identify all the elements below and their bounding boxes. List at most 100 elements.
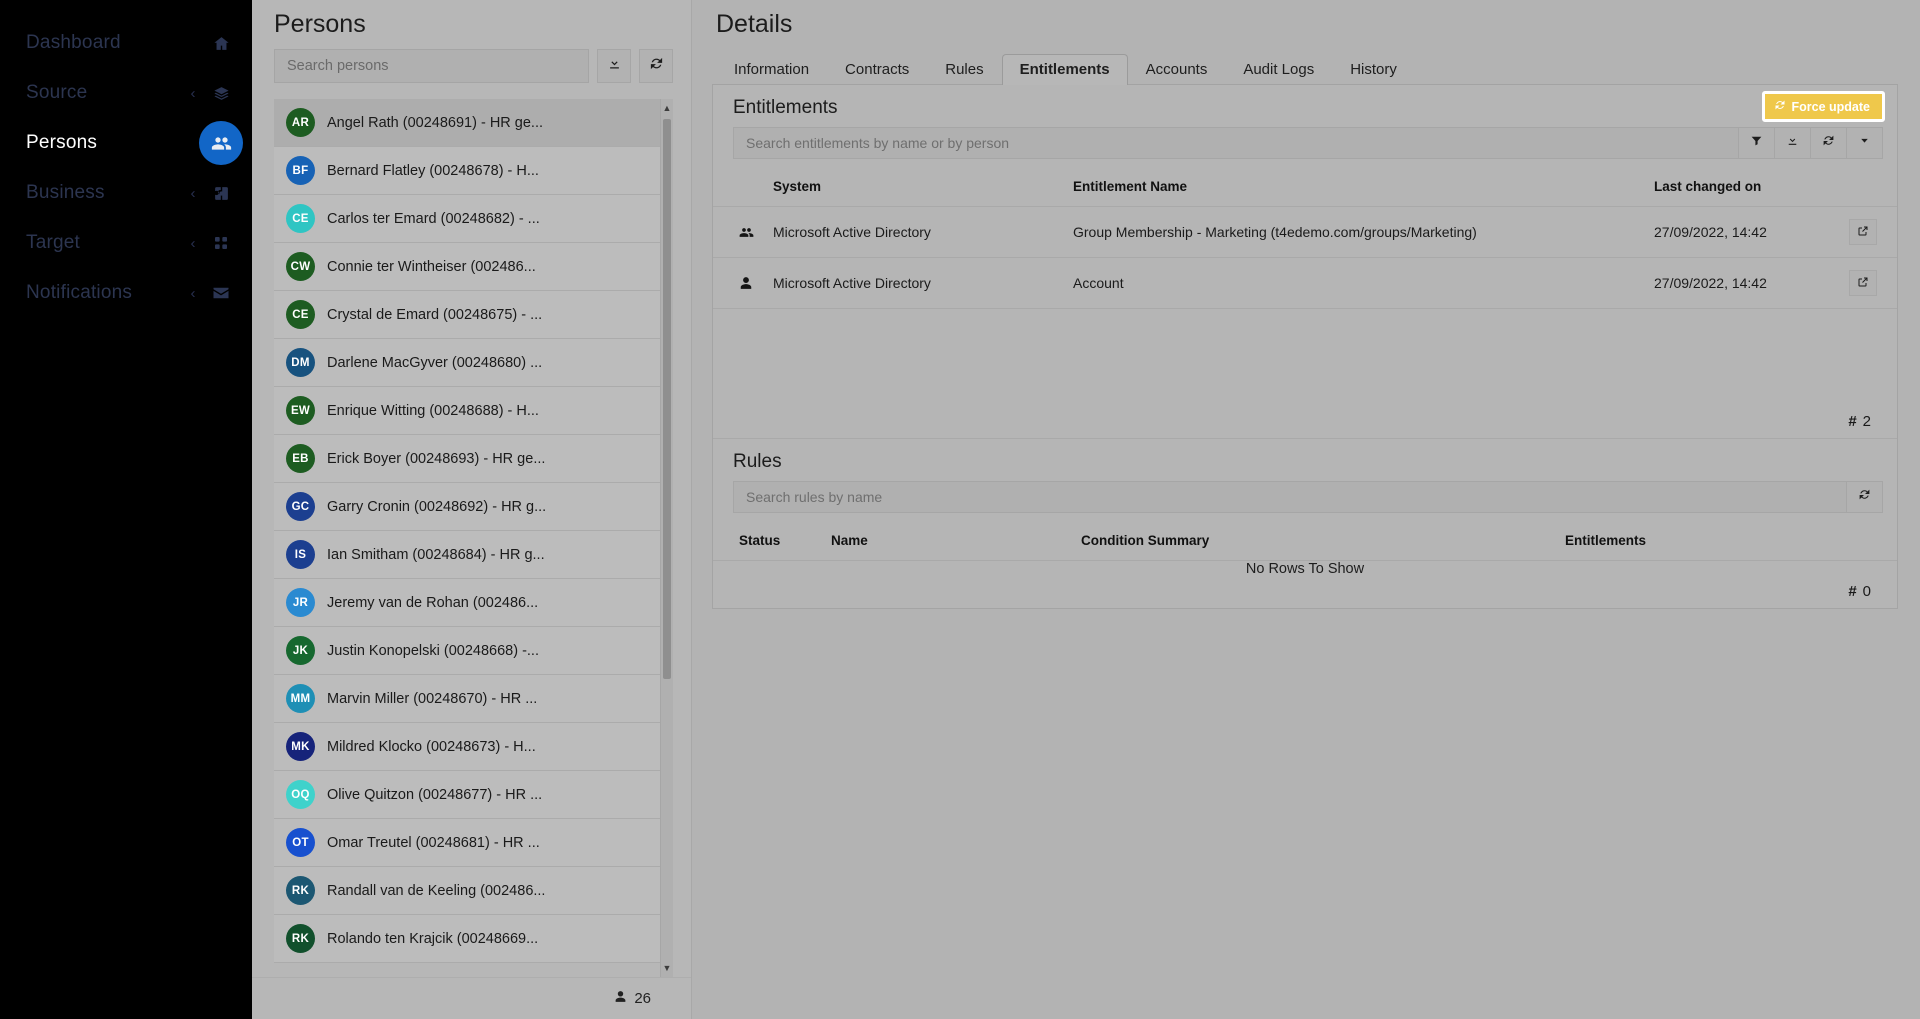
- list-item[interactable]: MM Marvin Miller (00248670) - HR ...: [274, 675, 673, 723]
- refresh-rules-button[interactable]: [1847, 481, 1883, 513]
- tab-information[interactable]: Information: [716, 54, 827, 85]
- person-name: Erick Boyer (00248693) - HR ge...: [327, 450, 546, 467]
- list-item[interactable]: OQ Olive Quitzon (00248677) - HR ...: [274, 771, 673, 819]
- chevron-left-icon[interactable]: ‹: [180, 285, 206, 302]
- download-persons-button[interactable]: [597, 49, 631, 83]
- envelope-icon: [206, 278, 236, 308]
- chevron-left-icon[interactable]: ‹: [180, 185, 206, 202]
- avatar: IS: [286, 540, 315, 569]
- sidebar-item-persons[interactable]: Persons: [0, 118, 252, 168]
- avatar: OT: [286, 828, 315, 857]
- force-update-button[interactable]: Force update: [1761, 91, 1885, 122]
- list-item[interactable]: RK Randall van de Keeling (002486...: [274, 867, 673, 915]
- chevron-left-icon[interactable]: ‹: [180, 235, 206, 252]
- persons-list-scrollbar[interactable]: ▲ ▼: [660, 99, 673, 977]
- column-header-last-changed[interactable]: Last changed on: [1646, 169, 1841, 207]
- cell-last-changed: 27/09/2022, 14:42: [1646, 206, 1841, 258]
- column-header-condition-summary[interactable]: Condition Summary: [1073, 523, 1557, 561]
- list-item[interactable]: RK Rolando ten Krajcik (00248669...: [274, 915, 673, 963]
- rules-count-bar: # 0: [713, 577, 1897, 608]
- list-item[interactable]: BF Bernard Flatley (00248678) - H...: [274, 147, 673, 195]
- cell-entitlement-name: Group Membership - Marketing (t4edemo.co…: [1065, 206, 1646, 258]
- sidebar-item-dashboard[interactable]: Dashboard: [0, 18, 252, 68]
- tab-rules[interactable]: Rules: [927, 54, 1001, 85]
- hash-icon: #: [1848, 583, 1857, 600]
- list-item[interactable]: EW Enrique Witting (00248688) - H...: [274, 387, 673, 435]
- cell-last-changed: 27/09/2022, 14:42: [1646, 257, 1841, 309]
- column-header-entitlement-name[interactable]: Entitlement Name: [1065, 169, 1646, 207]
- refresh-persons-button[interactable]: [639, 49, 673, 83]
- table-row[interactable]: Microsoft Active Directory Group Members…: [713, 206, 1897, 258]
- search-entitlements-input[interactable]: [733, 127, 1739, 159]
- group-icon: [739, 225, 757, 240]
- sidebar-item-label: Persons: [26, 132, 98, 153]
- person-name: Ian Smitham (00248684) - HR g...: [327, 546, 545, 563]
- table-row[interactable]: Microsoft Active Directory Account 27/09…: [713, 257, 1897, 309]
- sidebar-item-source[interactable]: Source ‹: [0, 68, 252, 118]
- cell-system: Microsoft Active Directory: [765, 257, 1065, 309]
- list-item[interactable]: EB Erick Boyer (00248693) - HR ge...: [274, 435, 673, 483]
- list-item[interactable]: CW Connie ter Wintheiser (002486...: [274, 243, 673, 291]
- details-panel: Details Information Contracts Rules Enti…: [692, 0, 1920, 1019]
- tab-contracts[interactable]: Contracts: [827, 54, 927, 85]
- persons-count: 26: [634, 990, 651, 1007]
- filter-entitlements-button[interactable]: [1739, 127, 1775, 159]
- scroll-up-icon[interactable]: ▲: [661, 101, 673, 115]
- refresh-entitlements-button[interactable]: [1811, 127, 1847, 159]
- avatar: MM: [286, 684, 315, 713]
- grid-icon: [206, 228, 236, 258]
- sidebar-item-notifications[interactable]: Notifications ‹: [0, 268, 252, 318]
- entitlements-count-bar: # 2: [713, 407, 1897, 438]
- table-header-row: Status Name Condition Summary Entitlemen…: [713, 523, 1897, 561]
- avatar: RK: [286, 924, 315, 953]
- avatar: DM: [286, 348, 315, 377]
- sidebar-item-target[interactable]: Target ‹: [0, 218, 252, 268]
- list-item[interactable]: DM Darlene MacGyver (00248680) ...: [274, 339, 673, 387]
- hash-icon: #: [1848, 413, 1857, 430]
- person-icon: [739, 276, 757, 290]
- tab-audit-logs[interactable]: Audit Logs: [1225, 54, 1332, 85]
- column-header-system[interactable]: System: [765, 169, 1065, 207]
- refresh-icon: [1774, 99, 1786, 114]
- list-item[interactable]: MK Mildred Klocko (00248673) - H...: [274, 723, 673, 771]
- tab-history[interactable]: History: [1332, 54, 1415, 85]
- entitlements-more-button[interactable]: [1847, 127, 1883, 159]
- avatar: BF: [286, 156, 315, 185]
- list-item[interactable]: CE Crystal de Emard (00248675) - ...: [274, 291, 673, 339]
- open-external-icon: [1857, 275, 1869, 291]
- download-entitlements-button[interactable]: [1775, 127, 1811, 159]
- rules-title: Rules: [733, 451, 782, 472]
- open-entitlement-button[interactable]: [1849, 219, 1877, 245]
- avatar: CE: [286, 204, 315, 233]
- search-rules-input[interactable]: [733, 481, 1847, 513]
- open-entitlement-button[interactable]: [1849, 270, 1877, 296]
- list-item[interactable]: JK Justin Konopelski (00248668) -...: [274, 627, 673, 675]
- search-persons-input[interactable]: [274, 49, 589, 83]
- scrollbar-thumb[interactable]: [663, 119, 671, 679]
- chevron-left-icon[interactable]: ‹: [180, 85, 206, 102]
- column-header-icon: [713, 169, 765, 207]
- person-name: Garry Cronin (00248692) - HR g...: [327, 498, 547, 515]
- scroll-down-icon[interactable]: ▼: [661, 961, 673, 975]
- people-icon: [199, 121, 243, 165]
- cell-actions: [1841, 257, 1897, 309]
- app-root: Dashboard Source ‹ Persons Business ‹ Ta…: [0, 0, 1920, 1019]
- cell-entitlement-name: Account: [1065, 257, 1646, 309]
- tab-entitlements[interactable]: Entitlements: [1001, 54, 1128, 85]
- list-item[interactable]: IS Ian Smitham (00248684) - HR g...: [274, 531, 673, 579]
- details-card: Entitlements Force update Search entitle…: [712, 85, 1898, 609]
- column-header-entitlements[interactable]: Entitlements: [1557, 523, 1897, 561]
- list-item[interactable]: GC Garry Cronin (00248692) - HR g...: [274, 483, 673, 531]
- rules-toolbar: [713, 481, 1897, 513]
- sidebar: Dashboard Source ‹ Persons Business ‹ Ta…: [0, 0, 252, 1019]
- list-item[interactable]: OT Omar Treutel (00248681) - HR ...: [274, 819, 673, 867]
- home-icon: [206, 28, 236, 58]
- column-header-name[interactable]: Name: [823, 523, 1073, 561]
- list-item[interactable]: AR Angel Rath (00248691) - HR ge...: [274, 99, 673, 147]
- list-item[interactable]: CE Carlos ter Emard (00248682) - ...: [274, 195, 673, 243]
- sidebar-item-business[interactable]: Business ‹: [0, 168, 252, 218]
- list-item[interactable]: JR Jeremy van de Rohan (002486...: [274, 579, 673, 627]
- tab-accounts[interactable]: Accounts: [1128, 54, 1226, 85]
- persons-list-container: AR Angel Rath (00248691) - HR ge... BF B…: [274, 99, 673, 977]
- column-header-status[interactable]: Status: [713, 523, 823, 561]
